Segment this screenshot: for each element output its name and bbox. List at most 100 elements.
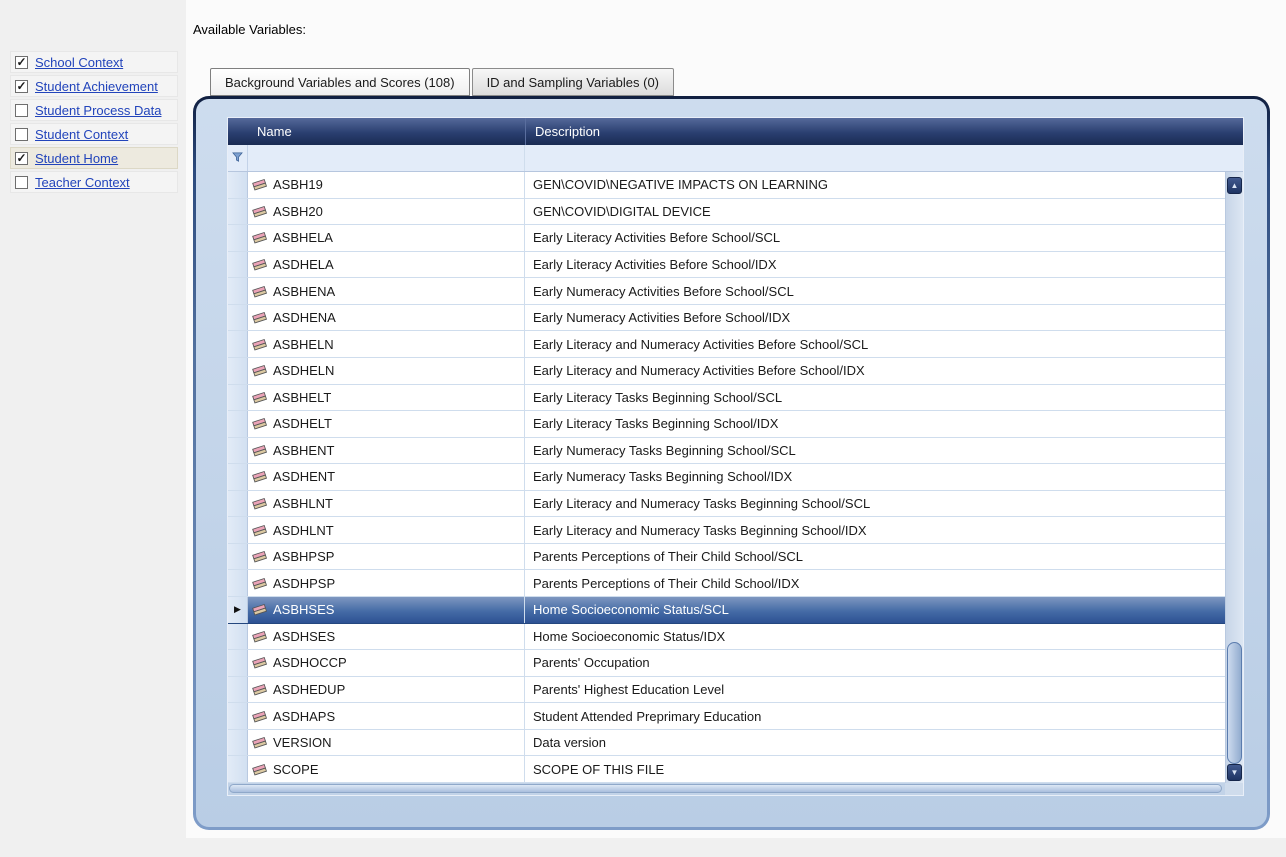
variable-row-asdhlnt[interactable]: ▶ ASDHLNT Early Literacy and Numeracy Ta… [228,517,1225,544]
variable-description-cell[interactable]: Early Literacy Tasks Beginning School/ID… [525,411,1225,437]
variable-row-asbheln[interactable]: ▶ ASBHELN Early Literacy and Numeracy Ac… [228,331,1225,358]
horizontal-scroll-thumb[interactable] [229,784,1222,793]
variable-name-cell[interactable]: ASDHELN [248,358,525,384]
variable-row-asbh19[interactable]: ▶ ASBH19 GEN\COVID\NEGATIVE IMPACTS ON L… [228,172,1225,199]
variable-row-asbhpsp[interactable]: ▶ ASBHPSP Parents Perceptions of Their C… [228,544,1225,571]
sidebar-item-label[interactable]: School Context [35,55,123,70]
variable-description-cell[interactable]: Early Literacy and Numeracy Activities B… [525,331,1225,357]
variable-description-cell[interactable]: Home Socioeconomic Status/IDX [525,624,1225,650]
variable-name-cell[interactable]: ASDHSES [248,624,525,650]
variable-name-cell[interactable]: ASDHOCCP [248,650,525,676]
variable-name-cell[interactable]: SCOPE [248,756,525,782]
vertical-scrollbar[interactable]: ▲ ▼ [1225,172,1243,783]
variable-name-cell[interactable]: VERSION [248,730,525,756]
variable-description-cell[interactable]: Early Numeracy Activities Before School/… [525,305,1225,331]
variable-row-asdhedup[interactable]: ▶ ASDHEDUP Parents' Highest Education Le… [228,677,1225,704]
variable-name-cell[interactable]: ASDHLNT [248,517,525,543]
vertical-scroll-thumb[interactable] [1227,642,1242,764]
variable-name-cell[interactable]: ASBHELT [248,385,525,411]
horizontal-scrollbar[interactable] [228,783,1243,795]
variable-row-asbhses[interactable]: ▶ ASBHSES Home Socioeconomic Status/SCL [228,597,1225,624]
variable-name-cell[interactable]: ASBHELN [248,331,525,357]
variable-description-cell[interactable]: SCOPE OF THIS FILE [525,756,1225,782]
variable-row-scope[interactable]: ▶ SCOPE SCOPE OF THIS FILE [228,756,1225,783]
variable-row-asdhela[interactable]: ▶ ASDHELA Early Literacy Activities Befo… [228,252,1225,279]
variable-description-cell[interactable]: Early Literacy and Numeracy Tasks Beginn… [525,517,1225,543]
sidebar-item-student-achievement[interactable]: Student Achievement [10,75,178,97]
variable-description-cell[interactable]: Parents' Highest Education Level [525,677,1225,703]
sidebar-item-label[interactable]: Student Process Data [35,103,161,118]
variable-description-cell[interactable]: Early Literacy and Numeracy Activities B… [525,358,1225,384]
variable-name-cell[interactable]: ASDHPSP [248,570,525,596]
sidebar-item-label[interactable]: Student Achievement [35,79,158,94]
tab-id-and-sampling-variables-0[interactable]: ID and Sampling Variables (0) [472,68,674,96]
variable-row-asdhelt[interactable]: ▶ ASDHELT Early Literacy Tasks Beginning… [228,411,1225,438]
column-header-description[interactable]: Description [525,118,1243,145]
dataset-checkbox[interactable] [15,152,28,165]
scroll-up-button[interactable]: ▲ [1227,177,1242,194]
variable-description-cell[interactable]: Early Literacy and Numeracy Tasks Beginn… [525,491,1225,517]
variable-name-cell[interactable]: ASBHSES [248,597,525,623]
variable-row-asbh20[interactable]: ▶ ASBH20 GEN\COVID\DIGITAL DEVICE [228,199,1225,226]
dataset-checkbox[interactable] [15,80,28,93]
variable-description-cell[interactable]: Parents' Occupation [525,650,1225,676]
sidebar-item-teacher-context[interactable]: Teacher Context [10,171,178,193]
variable-name-cell[interactable]: ASDHELA [248,252,525,278]
variable-name-cell[interactable]: ASBHELA [248,225,525,251]
variable-description-cell[interactable]: Early Literacy Activities Before School/… [525,252,1225,278]
variable-row-asdhses[interactable]: ▶ ASDHSES Home Socioeconomic Status/IDX [228,624,1225,651]
variable-description-cell[interactable]: GEN\COVID\NEGATIVE IMPACTS ON LEARNING [525,172,1225,198]
variable-description-cell[interactable]: Home Socioeconomic Status/SCL [525,597,1225,623]
variable-name-cell[interactable]: ASBHENA [248,278,525,304]
variable-row-version[interactable]: ▶ VERSION Data version [228,730,1225,757]
variable-row-asbhent[interactable]: ▶ ASBHENT Early Numeracy Tasks Beginning… [228,438,1225,465]
variable-row-asbhlnt[interactable]: ▶ ASBHLNT Early Literacy and Numeracy Ta… [228,491,1225,518]
variable-name-cell[interactable]: ASBHENT [248,438,525,464]
variable-row-asdhaps[interactable]: ▶ ASDHAPS Student Attended Preprimary Ed… [228,703,1225,730]
sidebar-item-student-process-data[interactable]: Student Process Data [10,99,178,121]
sidebar-item-label[interactable]: Student Home [35,151,118,166]
variable-description-cell[interactable]: GEN\COVID\DIGITAL DEVICE [525,199,1225,225]
sidebar-item-label[interactable]: Student Context [35,127,128,142]
variable-description-cell[interactable]: Data version [525,730,1225,756]
horizontal-scroll-track[interactable] [228,783,1225,795]
sidebar-item-label[interactable]: Teacher Context [35,175,130,190]
tab-background-variables-and-scores-108[interactable]: Background Variables and Scores (108) [210,68,470,96]
variable-description-cell[interactable]: Student Attended Preprimary Education [525,703,1225,729]
variable-name-cell[interactable]: ASBH20 [248,199,525,225]
variable-name-cell[interactable]: ASBHLNT [248,491,525,517]
variable-row-asdhoccp[interactable]: ▶ ASDHOCCP Parents' Occupation [228,650,1225,677]
variable-name-cell[interactable]: ASDHELT [248,411,525,437]
dataset-checkbox[interactable] [15,176,28,189]
variable-name-cell[interactable]: ASDHEDUP [248,677,525,703]
variable-description-cell[interactable]: Early Numeracy Tasks Beginning School/ID… [525,464,1225,490]
variable-description-cell[interactable]: Early Literacy Tasks Beginning School/SC… [525,385,1225,411]
variable-row-asbhena[interactable]: ▶ ASBHENA Early Numeracy Activities Befo… [228,278,1225,305]
sidebar-item-student-context[interactable]: Student Context [10,123,178,145]
variable-name-cell[interactable]: ASDHAPS [248,703,525,729]
filter-input-description[interactable] [525,145,1243,171]
variable-name-cell[interactable]: ASDHENT [248,464,525,490]
variable-description-cell[interactable]: Early Numeracy Tasks Beginning School/SC… [525,438,1225,464]
sidebar-item-student-home[interactable]: Student Home [10,147,178,169]
variable-description-cell[interactable]: Parents Perceptions of Their Child Schoo… [525,544,1225,570]
dataset-checkbox[interactable] [15,104,28,117]
scroll-down-button[interactable]: ▼ [1227,764,1242,781]
variable-row-asdhena[interactable]: ▶ ASDHENA Early Numeracy Activities Befo… [228,305,1225,332]
variable-name-cell[interactable]: ASDHENA [248,305,525,331]
filter-input-name[interactable] [248,145,525,171]
variable-description-cell[interactable]: Parents Perceptions of Their Child Schoo… [525,570,1225,596]
variable-row-asdhpsp[interactable]: ▶ ASDHPSP Parents Perceptions of Their C… [228,570,1225,597]
variable-row-asdhent[interactable]: ▶ ASDHENT Early Numeracy Tasks Beginning… [228,464,1225,491]
variable-row-asbhelt[interactable]: ▶ ASBHELT Early Literacy Tasks Beginning… [228,385,1225,412]
dataset-checkbox[interactable] [15,128,28,141]
variable-row-asdheln[interactable]: ▶ ASDHELN Early Literacy and Numeracy Ac… [228,358,1225,385]
variable-row-asbhela[interactable]: ▶ ASBHELA Early Literacy Activities Befo… [228,225,1225,252]
variable-name-cell[interactable]: ASBHPSP [248,544,525,570]
column-header-name[interactable]: Name [248,118,525,145]
dataset-checkbox[interactable] [15,56,28,69]
variable-name-cell[interactable]: ASBH19 [248,172,525,198]
sidebar-item-school-context[interactable]: School Context [10,51,178,73]
variable-description-cell[interactable]: Early Numeracy Activities Before School/… [525,278,1225,304]
variable-description-cell[interactable]: Early Literacy Activities Before School/… [525,225,1225,251]
